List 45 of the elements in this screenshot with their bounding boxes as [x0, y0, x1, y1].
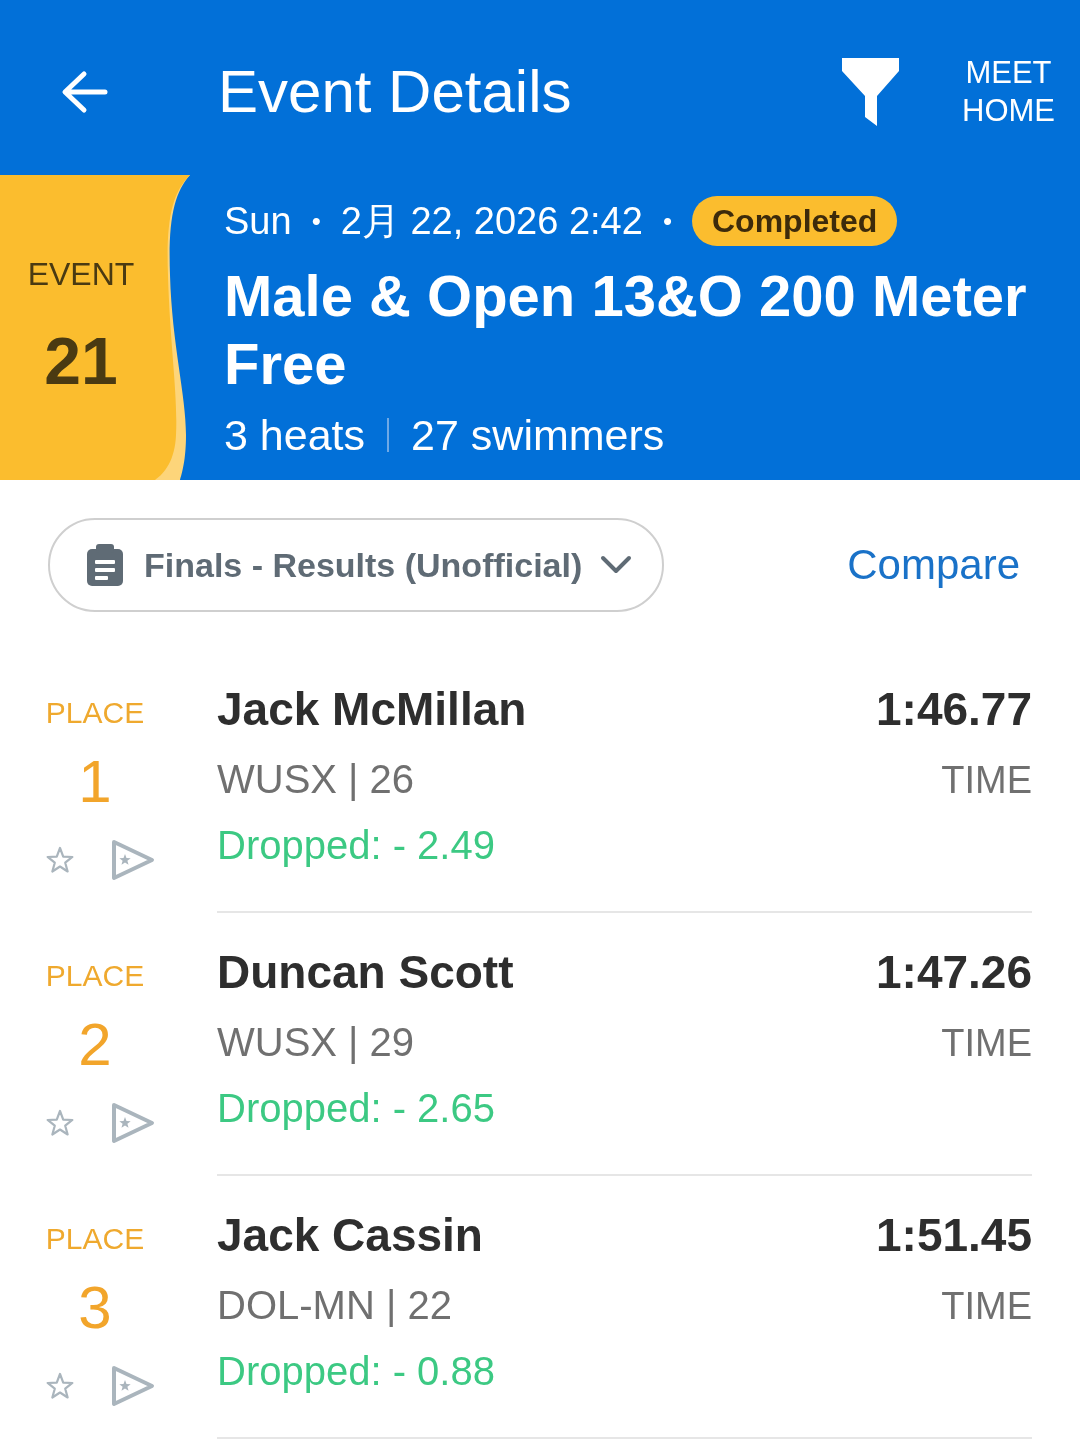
- meet-home-button[interactable]: MEET HOME: [962, 53, 1055, 130]
- swimmer-name: Duncan Scott: [217, 945, 514, 1000]
- event-label: EVENT: [27, 255, 135, 294]
- star-icon[interactable]: [45, 1109, 75, 1137]
- time-label: TIME: [941, 759, 1032, 802]
- team-age: WUSX | 26: [217, 756, 415, 803]
- time-dropped: Dropped: - 0.88: [217, 1348, 495, 1395]
- screen-title: Event Details: [218, 61, 573, 122]
- chevron-down-icon: [600, 555, 633, 575]
- event-date-text: Sun: [224, 199, 292, 244]
- event-stat: 3 heats: [224, 410, 366, 461]
- back-icon[interactable]: [60, 69, 108, 114]
- pennant-icon[interactable]: [110, 1364, 156, 1408]
- place-number: 2: [78, 1013, 112, 1077]
- event-stat: 27 swimmers: [411, 410, 665, 461]
- swimmer-name: Jack McMillan: [217, 682, 527, 737]
- time-label: TIME: [941, 1022, 1032, 1065]
- result-time: 1:46.77: [876, 682, 1032, 736]
- place-number: 1: [78, 750, 112, 814]
- place-label: PLACE: [45, 1221, 145, 1257]
- team-age: WUSX | 29: [217, 1019, 415, 1066]
- event-title: Male & Open 13&O 200 Meter Free: [224, 262, 1028, 398]
- place-label: PLACE: [45, 695, 145, 731]
- separator-dot: •: [311, 205, 321, 238]
- result-time: 1:51.45: [876, 1208, 1032, 1262]
- star-icon[interactable]: [45, 1372, 75, 1400]
- pennant-icon[interactable]: [110, 838, 156, 882]
- status-badge: Completed: [692, 196, 898, 246]
- pennant-icon[interactable]: [110, 1101, 156, 1145]
- compare-link[interactable]: Compare: [847, 541, 1020, 589]
- team-age: DOL-MN | 22: [217, 1282, 452, 1329]
- filter-icon[interactable]: [842, 57, 899, 126]
- separator-dot: •: [662, 205, 672, 238]
- place-number: 3: [78, 1276, 112, 1340]
- time-dropped: Dropped: - 2.49: [217, 822, 495, 869]
- place-label: PLACE: [45, 958, 145, 994]
- star-icon[interactable]: [45, 846, 75, 874]
- event-date-text: 2月 22, 2026 2:42: [340, 199, 643, 244]
- result-time: 1:47.26: [876, 945, 1032, 999]
- time-dropped: Dropped: - 2.65: [217, 1085, 495, 1132]
- clipboard-icon: [84, 544, 126, 586]
- results-dropdown[interactable]: Finals - Results (Unofficial): [48, 518, 665, 612]
- event-number: 21: [44, 326, 118, 396]
- time-label: TIME: [941, 1285, 1032, 1328]
- swimmer-name: Jack Cassin: [217, 1208, 483, 1263]
